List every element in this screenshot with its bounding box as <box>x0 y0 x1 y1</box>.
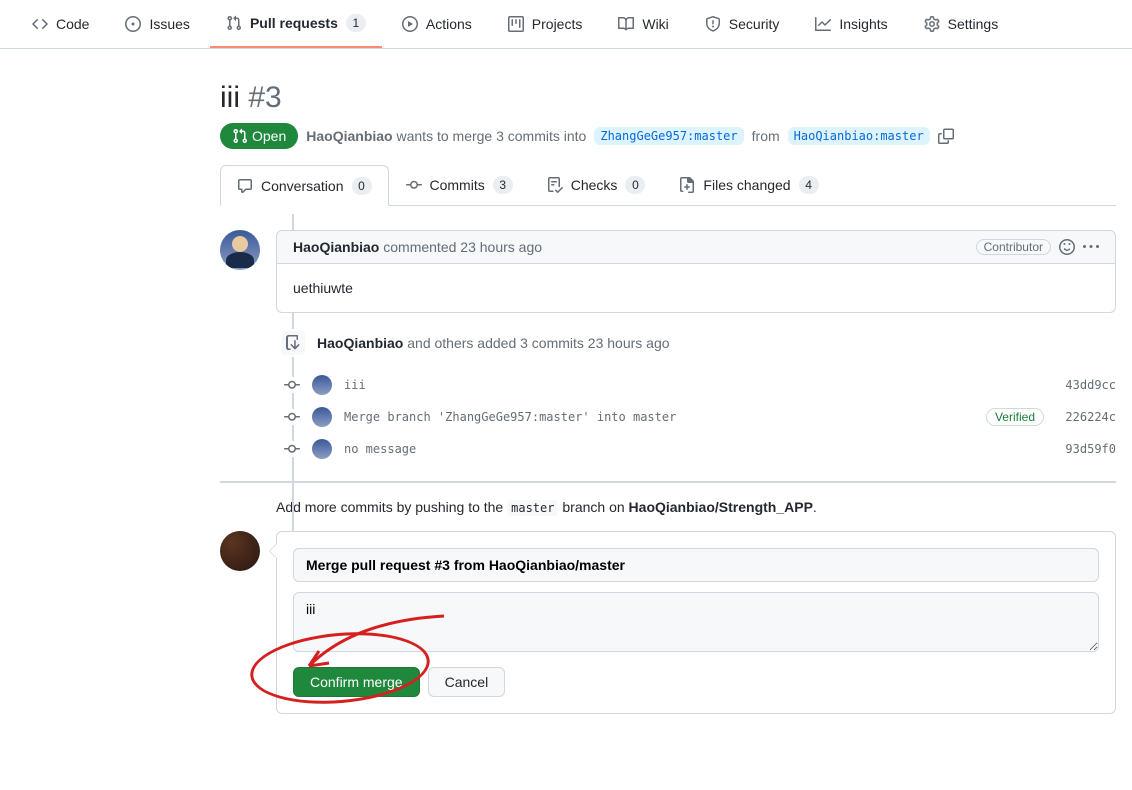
pr-subnav: Conversation 0 Commits 3 Checks 0 Files … <box>220 165 1116 206</box>
commit-row: iii 43dd9cc <box>284 369 1116 401</box>
head-branch[interactable]: HaoQianbiao:master <box>788 127 930 145</box>
commits-author[interactable]: HaoQianbiao <box>317 335 403 351</box>
pr-meta-text: HaoQianbiao wants to merge 3 commits int… <box>306 128 586 144</box>
push-hint: Add more commits by pushing to the maste… <box>276 499 1116 515</box>
commit-dot-icon <box>284 441 300 457</box>
code-icon <box>32 16 48 32</box>
book-icon <box>618 16 634 32</box>
pr-author[interactable]: HaoQianbiao <box>306 128 392 144</box>
commit-message[interactable]: Merge branch 'ZhangGeGe957:master' into … <box>344 410 974 424</box>
pull-request-icon <box>232 128 248 144</box>
smiley-icon[interactable] <box>1059 239 1075 255</box>
tab-issues-label: Issues <box>149 9 189 39</box>
state-text: Open <box>252 128 286 144</box>
commit-dot-icon <box>284 409 300 425</box>
comment: HaoQianbiao commented 23 hours ago Contr… <box>276 230 1116 313</box>
conversation-count: 0 <box>352 177 372 195</box>
tab-settings-label: Settings <box>948 9 999 39</box>
hint-branch: master <box>507 500 558 516</box>
confirm-merge-button[interactable]: Confirm merge <box>293 667 420 697</box>
commit-avatar[interactable] <box>312 375 332 395</box>
issue-icon <box>125 16 141 32</box>
merge-body-textarea[interactable] <box>293 592 1099 652</box>
commits-event: HaoQianbiao and others added 3 commits 2… <box>276 329 1116 465</box>
merge-title-input[interactable] <box>293 548 1099 582</box>
shield-icon <box>705 16 721 32</box>
project-icon <box>508 16 524 32</box>
tab-code[interactable]: Code <box>16 0 105 48</box>
files-count: 4 <box>799 176 819 194</box>
tab-projects-label: Projects <box>532 9 583 39</box>
commits-time[interactable]: 23 hours ago <box>588 335 670 351</box>
pull-request-icon <box>226 15 242 31</box>
comment-time[interactable]: 23 hours ago <box>460 239 542 255</box>
comment-icon <box>237 178 253 194</box>
commit-row: Merge branch 'ZhangGeGe957:master' into … <box>284 401 1116 433</box>
file-diff-icon <box>679 177 695 193</box>
timeline: HaoQianbiao commented 23 hours ago Contr… <box>220 214 1116 714</box>
hint-repo[interactable]: HaoQianbiao/Strength_APP <box>629 499 813 515</box>
tab-issues[interactable]: Issues <box>109 0 205 48</box>
copy-icon[interactable] <box>938 128 954 144</box>
comment-body: uethiuwte <box>277 264 1115 312</box>
commit-sha[interactable]: 43dd9cc <box>1056 378 1116 392</box>
commit-row: no message 93d59f0 <box>284 433 1116 465</box>
checks-count: 0 <box>625 176 645 194</box>
merge-form: Confirm merge Cancel <box>276 531 1116 714</box>
tab-actions[interactable]: Actions <box>386 0 488 48</box>
commit-message[interactable]: no message <box>344 442 1044 456</box>
tab-security[interactable]: Security <box>689 0 796 48</box>
viewer-avatar[interactable] <box>220 531 260 571</box>
push-badge-icon <box>279 329 307 357</box>
tab-commits[interactable]: Commits 3 <box>389 165 530 205</box>
pulls-count: 1 <box>346 14 366 32</box>
tab-wiki[interactable]: Wiki <box>602 0 684 48</box>
commit-sha[interactable]: 226224c <box>1056 410 1116 424</box>
commit-icon <box>406 177 422 193</box>
pr-number: #3 <box>248 81 281 114</box>
commit-message[interactable]: iii <box>344 378 1044 392</box>
cancel-button[interactable]: Cancel <box>428 667 506 697</box>
tab-settings[interactable]: Settings <box>908 0 1015 48</box>
kebab-icon[interactable] <box>1083 239 1099 255</box>
divider <box>220 481 1116 483</box>
tab-insights[interactable]: Insights <box>799 0 903 48</box>
tab-actions-label: Actions <box>426 9 472 39</box>
tab-wiki-label: Wiki <box>642 9 668 39</box>
repo-tabnav: Code Issues Pull requests 1 Actions Proj… <box>0 0 1132 49</box>
graph-icon <box>815 16 831 32</box>
tab-code-label: Code <box>56 9 89 39</box>
comment-author[interactable]: HaoQianbiao <box>293 239 379 255</box>
tab-pulls-label: Pull requests <box>250 8 338 38</box>
tab-checks[interactable]: Checks 0 <box>530 165 663 205</box>
commit-avatar[interactable] <box>312 439 332 459</box>
tab-files[interactable]: Files changed 4 <box>662 165 835 205</box>
tab-projects[interactable]: Projects <box>492 0 599 48</box>
pr-title-text: iii <box>220 81 240 114</box>
pr-title: iii #3 <box>220 81 1116 115</box>
commit-dot-icon <box>284 377 300 393</box>
base-branch[interactable]: ZhangGeGe957:master <box>594 127 743 145</box>
tab-conversation[interactable]: Conversation 0 <box>220 165 389 206</box>
commits-count: 3 <box>493 176 513 194</box>
role-badge: Contributor <box>976 239 1051 255</box>
checklist-icon <box>547 177 563 193</box>
tab-insights-label: Insights <box>839 9 887 39</box>
author-avatar[interactable] <box>220 230 260 270</box>
pr-header: iii #3 Open HaoQianbiao wants to merge 3… <box>220 65 1116 214</box>
commit-avatar[interactable] <box>312 407 332 427</box>
tab-security-label: Security <box>729 9 780 39</box>
verified-badge[interactable]: Verified <box>986 408 1044 426</box>
commit-sha[interactable]: 93d59f0 <box>1056 442 1116 456</box>
gear-icon <box>924 16 940 32</box>
play-icon <box>402 16 418 32</box>
tab-pulls[interactable]: Pull requests 1 <box>210 0 382 48</box>
state-badge: Open <box>220 123 298 149</box>
